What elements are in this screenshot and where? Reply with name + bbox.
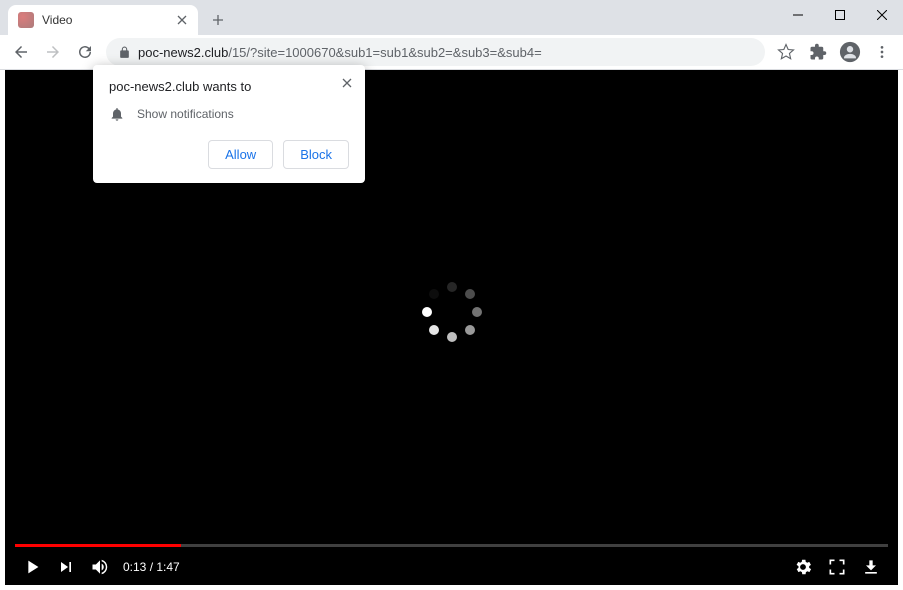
arrow-right-icon (44, 43, 62, 61)
back-button[interactable] (6, 37, 36, 67)
browser-tab[interactable]: Video (8, 5, 198, 35)
next-button[interactable] (49, 550, 83, 584)
play-button[interactable] (15, 550, 49, 584)
download-button[interactable] (854, 550, 888, 584)
maximize-icon (835, 10, 845, 20)
bookmark-button[interactable] (771, 37, 801, 67)
tab-title: Video (42, 13, 174, 27)
play-icon (21, 556, 43, 578)
window-controls (777, 0, 903, 30)
extensions-button[interactable] (803, 37, 833, 67)
maximize-button[interactable] (819, 0, 861, 30)
forward-button (38, 37, 68, 67)
star-icon (777, 43, 795, 61)
permission-label: Show notifications (137, 107, 234, 121)
video-time-display: 0:13 / 1:47 (123, 560, 180, 574)
window-close-button[interactable] (861, 0, 903, 30)
minimize-button[interactable] (777, 0, 819, 30)
video-progress-played (15, 544, 181, 547)
allow-button[interactable]: Allow (208, 140, 273, 169)
notification-permission-dialog: poc-news2.club wants to Show notificatio… (93, 65, 365, 183)
new-tab-button[interactable] (204, 6, 232, 34)
site-info-button[interactable] (116, 44, 132, 60)
video-settings-button[interactable] (786, 550, 820, 584)
lock-icon (118, 46, 131, 59)
video-controls: 0:13 / 1:47 (5, 549, 898, 585)
gear-icon (793, 557, 813, 577)
dialog-title: poc-news2.club wants to (109, 79, 349, 94)
tab-close-button[interactable] (174, 12, 190, 28)
time-total: 1:47 (156, 560, 179, 574)
video-progress-bar[interactable] (15, 544, 888, 547)
url-path: /15/?site=1000670&sub1=sub1&sub2=&sub3=&… (228, 45, 541, 60)
time-current: 0:13 (123, 560, 146, 574)
dialog-close-button[interactable] (337, 73, 357, 93)
fullscreen-icon (827, 557, 847, 577)
url-host: poc-news2.club (138, 45, 228, 60)
plus-icon (212, 14, 224, 26)
loading-spinner-icon (422, 282, 482, 342)
skip-next-icon (56, 557, 76, 577)
profile-button[interactable] (835, 37, 865, 67)
close-icon (342, 78, 352, 88)
favicon-icon (18, 12, 34, 28)
block-button[interactable]: Block (283, 140, 349, 169)
arrow-left-icon (12, 43, 30, 61)
dialog-actions: Allow Block (109, 140, 349, 169)
volume-button[interactable] (83, 550, 117, 584)
download-icon (861, 557, 881, 577)
window-titlebar: Video (0, 0, 903, 35)
close-icon (177, 15, 187, 25)
reload-button[interactable] (70, 37, 100, 67)
time-separator: / (146, 560, 156, 574)
avatar-icon (839, 41, 861, 63)
menu-button[interactable] (867, 37, 897, 67)
kebab-icon (874, 44, 890, 60)
bell-icon (109, 106, 125, 122)
url-text: poc-news2.club/15/?site=1000670&sub1=sub… (138, 45, 542, 60)
fullscreen-button[interactable] (820, 550, 854, 584)
address-bar[interactable]: poc-news2.club/15/?site=1000670&sub1=sub… (106, 38, 765, 66)
reload-icon (76, 43, 94, 61)
volume-icon (90, 557, 110, 577)
minimize-icon (793, 10, 803, 20)
puzzle-icon (809, 43, 827, 61)
permission-item: Show notifications (109, 106, 349, 122)
close-icon (877, 10, 887, 20)
